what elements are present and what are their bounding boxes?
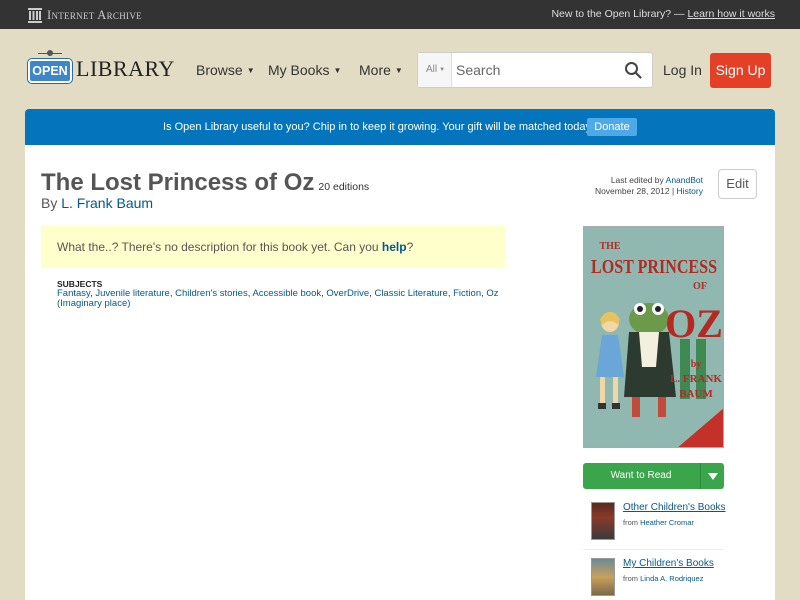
internet-archive-label: Internet Archive [47, 7, 142, 22]
list-from: from Linda A. Rodriquez [623, 574, 703, 583]
history-link[interactable]: History [677, 186, 703, 196]
author-link[interactable]: L. Frank Baum [61, 195, 153, 211]
list-thumbnail [591, 502, 615, 540]
byline-by: By [41, 195, 58, 211]
cover-author1: L. FRANK [670, 373, 722, 385]
logo-open-sign: OPEN [28, 59, 72, 83]
list-item[interactable]: Other Children's Books from Heather Crom… [583, 494, 726, 550]
new-to-library-text: New to the Open Library? — [551, 8, 685, 20]
subjects-list: Fantasy, Juvenile literature, Children's… [57, 288, 499, 309]
no-description-end: ? [406, 240, 414, 254]
site-header: OPEN LIBRARY Browse ▼ My Books ▼ More ▼ All… [0, 29, 800, 109]
editions-count: 20 editions [318, 181, 370, 193]
book-cover-illustration: THE LOST PRINCESS OF OZ by L. FRANK BAUM [584, 227, 723, 447]
donate-banner: Is Open Library useful to you? Chip in t… [25, 109, 775, 145]
caret-down-icon [708, 473, 718, 480]
chevron-down-icon: ▼ [333, 66, 342, 75]
chevron-down-icon: ▼ [246, 66, 255, 75]
list-from: from Heather Cromar [623, 518, 694, 527]
search-icon[interactable] [624, 61, 642, 79]
last-edited-user-link[interactable]: AnandBot [666, 175, 703, 185]
search-input[interactable] [454, 53, 614, 87]
want-to-read-label: Want to Read [610, 470, 672, 481]
want-to-read-button[interactable]: Want to Read [583, 463, 724, 489]
list-name-link[interactable]: Other Children's Books [623, 502, 726, 513]
donate-banner-text: Is Open Library useful to you? Chip in t… [163, 121, 595, 133]
internet-archive-logo[interactable]: Internet Archive [28, 7, 142, 23]
donate-button[interactable]: Donate [587, 118, 637, 136]
last-edited-info: Last edited by AnandBot November 28, 201… [594, 175, 703, 196]
login-link[interactable]: Log In [663, 62, 702, 78]
learn-how-it-works-link[interactable]: Learn how it works [687, 8, 775, 20]
subject-link[interactable]: Classic Literature [374, 288, 447, 299]
open-library-logo[interactable]: OPEN LIBRARY [28, 50, 174, 88]
cover-line4: OZ [665, 301, 723, 346]
book-title-heading: The Lost Princess of Oz 20 editions [41, 169, 369, 197]
list-from-label: from [623, 518, 638, 527]
subject-link[interactable]: Children's stories [175, 288, 248, 299]
list-thumbnail [591, 558, 615, 596]
chevron-down-icon: ▼ [439, 67, 446, 73]
edit-button[interactable]: Edit [718, 169, 757, 199]
last-edited-date: November 28, 2012 [594, 186, 670, 196]
cover-line1: THE [599, 241, 620, 252]
nav-browse[interactable]: Browse ▼ [196, 62, 255, 78]
list-name-link[interactable]: My Children's Books [623, 558, 714, 569]
subjects-section: SUBJECTS Fantasy, Juvenile literature, C… [57, 279, 507, 309]
archive-building-icon [28, 7, 42, 23]
search-bar: All ▼ [417, 52, 653, 88]
want-to-read-dropdown[interactable] [700, 463, 724, 489]
nav-browse-label: Browse [196, 62, 243, 78]
internet-archive-bar: Internet Archive New to the Open Library… [0, 0, 800, 29]
main-content: Is Open Library useful to you? Chip in t… [25, 109, 775, 600]
nav-more[interactable]: More ▼ [359, 62, 403, 78]
logo-nail [47, 50, 53, 56]
nav-my-books-label: My Books [268, 62, 330, 78]
list-from-label: from [623, 574, 638, 583]
search-type-select[interactable]: All ▼ [418, 53, 452, 87]
signup-button[interactable]: Sign Up [710, 53, 771, 88]
book-cover[interactable]: THE LOST PRINCESS OF OZ by L. FRANK BAUM [583, 226, 724, 448]
help-link[interactable]: help [382, 240, 407, 254]
subject-link[interactable]: OverDrive [326, 288, 369, 299]
no-description-notice: What the..? There's no description for t… [41, 226, 505, 268]
nav-my-books[interactable]: My Books ▼ [268, 62, 341, 78]
no-description-text: What the..? There's no description for t… [57, 240, 379, 254]
cover-author2: BAUM [679, 388, 713, 400]
list-user-link[interactable]: Linda A. Rodriquez [640, 574, 703, 583]
subject-link[interactable]: Fiction [453, 288, 481, 299]
subject-link[interactable]: Accessible book [252, 288, 321, 299]
book-title: The Lost Princess of Oz [41, 169, 315, 196]
last-edited-prefix: Last edited by [610, 175, 664, 185]
nav-more-label: More [359, 62, 391, 78]
logo-library-text: LIBRARY [76, 56, 175, 81]
cover-line3: OF [693, 281, 707, 292]
chevron-down-icon: ▼ [394, 66, 403, 75]
book-byline: By L. Frank Baum [41, 195, 153, 211]
list-user-link[interactable]: Heather Cromar [640, 518, 694, 527]
cover-by: by [691, 359, 702, 370]
new-to-library-notice: New to the Open Library? — Learn how it … [551, 8, 775, 20]
list-item[interactable]: My Children's Books from Linda A. Rodriq… [583, 550, 724, 600]
search-type-value: All [426, 64, 438, 75]
cover-line2: LOST PRINCESS [591, 256, 717, 278]
